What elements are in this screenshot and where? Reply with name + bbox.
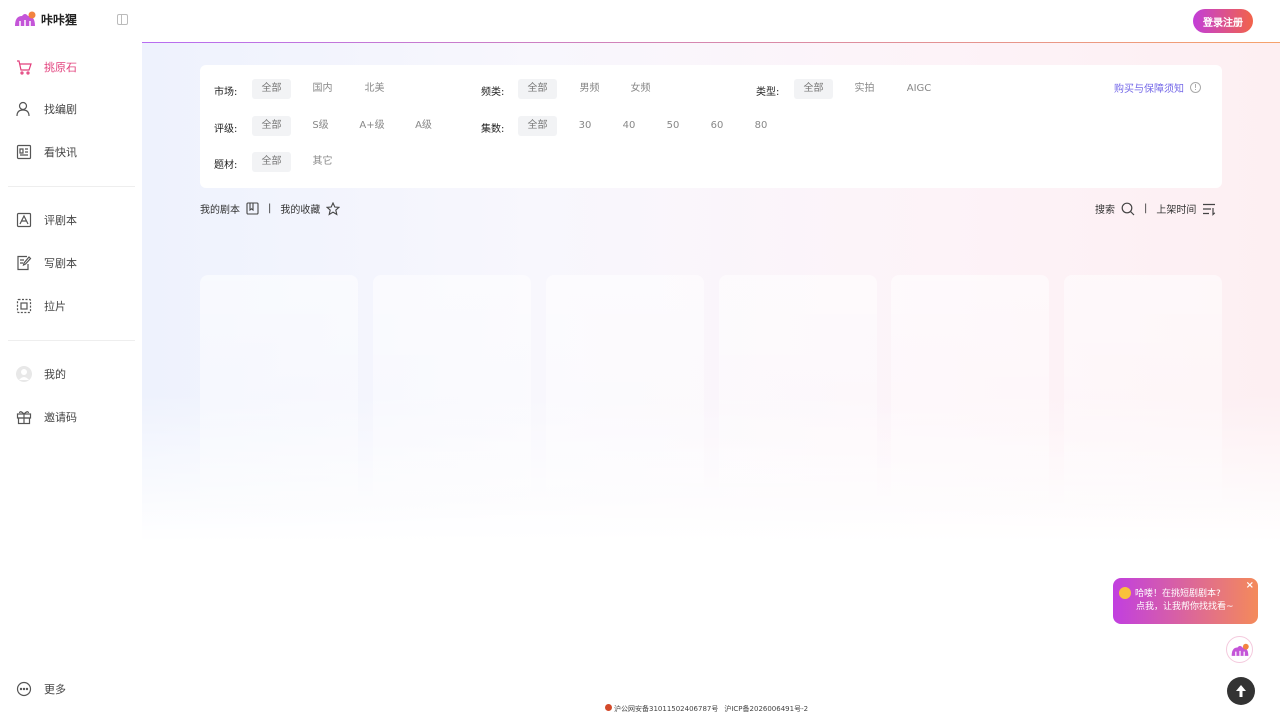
- script-card-placeholder: [891, 275, 1049, 525]
- top-bar-divider: [142, 42, 1280, 43]
- assistant-logo-icon: [1231, 643, 1249, 656]
- sidebar-item-label: 邀请码: [44, 411, 77, 424]
- sidebar-item-breakdown[interactable]: 拉片: [16, 298, 66, 314]
- filter-channel-all[interactable]: 全部: [518, 79, 557, 99]
- more-icon: [16, 681, 32, 697]
- script-card-placeholder: [719, 275, 877, 525]
- sidebar-item-invite-code[interactable]: 邀请码: [16, 409, 77, 425]
- gift-icon: [16, 411, 32, 425]
- star-icon[interactable]: [326, 201, 341, 216]
- sidebar-more-button[interactable]: 更多: [16, 681, 66, 697]
- sidebar-item-pick-scripts[interactable]: 挑原石: [16, 59, 77, 75]
- sort-by-time-link[interactable]: 上架时间: [1156, 201, 1196, 216]
- filter-market-north-america[interactable]: 北美: [355, 79, 394, 99]
- sidebar-item-label: 写剧本: [44, 257, 77, 270]
- news-icon: [16, 144, 32, 160]
- book-icon[interactable]: [246, 202, 259, 215]
- filter-channel-female[interactable]: 女频: [621, 79, 660, 99]
- bubble-line-2: 点我，让我帮你找找看~: [1136, 602, 1234, 612]
- filter-market-all[interactable]: 全部: [252, 79, 291, 99]
- search-sort-toolbar: 搜索 | 上架时间: [1095, 201, 1216, 216]
- script-card-placeholder: [200, 275, 358, 525]
- toolbar-separator: |: [268, 203, 272, 214]
- sidebar-item-label: 挑原石: [44, 61, 77, 74]
- sidebar-divider: [8, 186, 135, 187]
- info-icon: !: [1190, 82, 1201, 93]
- cart-icon: [17, 60, 32, 75]
- filter-grade-a-plus[interactable]: A+级: [352, 116, 392, 136]
- top-bar: [142, 0, 1280, 43]
- filter-episodes-label: 集数:: [481, 124, 505, 135]
- app-name: 咔咔猩: [41, 12, 78, 27]
- footer: 沪公网安备31011502406787号 沪ICP备2026006491号-2: [605, 704, 808, 714]
- sidebar-collapse-icon[interactable]: [117, 14, 128, 25]
- filter-type-all[interactable]: 全部: [794, 79, 833, 99]
- sidebar-more-label: 更多: [44, 683, 66, 696]
- frame-icon: [16, 298, 32, 314]
- logo-icon: [15, 11, 36, 26]
- person-icon: [16, 101, 30, 117]
- filter-channel-label: 频类:: [481, 87, 505, 98]
- sidebar-item-label: 看快讯: [44, 146, 77, 159]
- sidebar: 咔咔猩 挑原石 找编剧 看快讯 评剧本 写剧本 拉片 我的 邀请码 更多: [0, 0, 142, 720]
- police-record-link[interactable]: 沪公网安备31011502406787号: [605, 704, 718, 714]
- script-card-placeholder: [546, 275, 704, 525]
- filter-type-live-action[interactable]: 实拍: [845, 79, 884, 99]
- bubble-line-1: 哈喽！在挑短剧剧本?: [1135, 589, 1221, 599]
- filter-theme-label: 题材:: [214, 160, 238, 171]
- filter-episodes-50[interactable]: 50: [658, 116, 688, 136]
- script-card-placeholder: [373, 275, 531, 525]
- assistant-avatar-button[interactable]: [1226, 636, 1253, 663]
- sidebar-item-label: 拉片: [44, 300, 66, 313]
- sidebar-item-mine[interactable]: 我的: [16, 366, 66, 382]
- police-badge-icon: [605, 704, 612, 711]
- filter-type-label: 类型:: [756, 87, 780, 98]
- sidebar-item-find-writer[interactable]: 找编剧: [16, 101, 77, 117]
- purchase-notice-link[interactable]: 购买与保障须知 !: [1114, 80, 1201, 95]
- filter-grade-label: 评级:: [214, 124, 238, 135]
- filter-episodes-30[interactable]: 30: [570, 116, 600, 136]
- logo[interactable]: 咔咔猩: [13, 10, 77, 28]
- police-record-text: 沪公网安备31011502406787号: [614, 705, 719, 713]
- sidebar-item-review[interactable]: 评剧本: [16, 212, 77, 228]
- sidebar-divider: [8, 340, 135, 341]
- back-to-top-button[interactable]: [1227, 677, 1255, 705]
- filter-episodes-80[interactable]: 80: [746, 116, 776, 136]
- filter-channel-male[interactable]: 男频: [570, 79, 609, 99]
- sidebar-item-label: 评剧本: [44, 214, 77, 227]
- filter-theme-all[interactable]: 全部: [252, 152, 291, 172]
- filter-grade-all[interactable]: 全部: [252, 116, 291, 136]
- filter-grade-s[interactable]: S级: [301, 116, 340, 136]
- filter-market-label: 市场:: [214, 87, 238, 98]
- search-icon[interactable]: [1121, 202, 1135, 216]
- filter-grade-a[interactable]: A级: [404, 116, 443, 136]
- smile-emoji-icon: [1119, 586, 1131, 599]
- sidebar-item-label: 我的: [44, 368, 66, 381]
- assistant-chat-bubble[interactable]: 哈喽！在挑短剧剧本? 点我，让我帮你找找看~ ×: [1113, 578, 1258, 624]
- filter-market-domestic[interactable]: 国内: [303, 79, 342, 99]
- my-scripts-link[interactable]: 我的剧本: [200, 201, 240, 216]
- filter-episodes-60[interactable]: 60: [702, 116, 732, 136]
- filter-episodes-all[interactable]: 全部: [518, 116, 557, 136]
- sidebar-item-label: 找编剧: [44, 103, 77, 116]
- login-register-button[interactable]: 登录注册: [1193, 9, 1253, 33]
- arrow-up-icon: [1236, 685, 1246, 697]
- search-link[interactable]: 搜索: [1095, 201, 1115, 216]
- write-icon: [17, 255, 32, 271]
- script-toolbar: 我的剧本 | 我的收藏: [200, 201, 341, 216]
- filter-type-aigc[interactable]: AIGC: [897, 79, 941, 99]
- script-card-placeholder: [1064, 275, 1222, 525]
- avatar: [16, 366, 32, 382]
- filter-episodes-40[interactable]: 40: [614, 116, 644, 136]
- sort-icon[interactable]: [1202, 202, 1216, 216]
- toolbar-separator: |: [1144, 203, 1148, 214]
- bubble-close-icon[interactable]: ×: [1246, 580, 1254, 591]
- filter-theme-other[interactable]: 其它: [303, 152, 342, 172]
- review-icon: [16, 212, 32, 228]
- icp-record-link[interactable]: 沪ICP备2026006491号-2: [724, 704, 808, 714]
- sidebar-item-write[interactable]: 写剧本: [16, 255, 77, 271]
- purchase-notice-label: 购买与保障须知: [1114, 84, 1184, 95]
- my-favorites-link[interactable]: 我的收藏: [280, 201, 320, 216]
- sidebar-item-news[interactable]: 看快讯: [16, 144, 77, 160]
